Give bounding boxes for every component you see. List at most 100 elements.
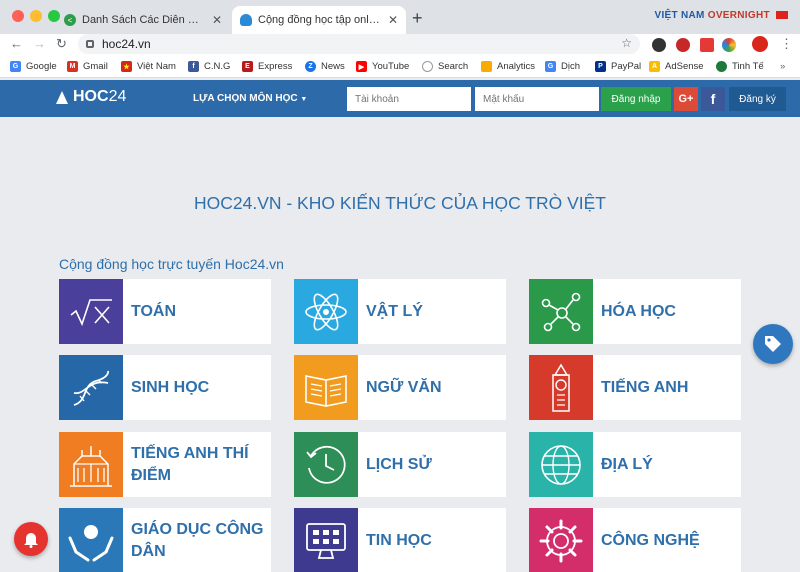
- lock-icon: [86, 40, 94, 48]
- register-button[interactable]: Đăng ký: [729, 87, 786, 111]
- subjects-dropdown[interactable]: LỰA CHỌN MÔN HỌC ▼: [193, 93, 307, 104]
- bookmark-express[interactable]: E Express: [242, 61, 292, 72]
- atom-icon: [294, 279, 358, 344]
- bookmark-youtube[interactable]: ▶ YouTube: [356, 61, 409, 72]
- subject-label: GIÁO DỤC CÔNG DÂN: [131, 520, 264, 560]
- news-icon: Z: [305, 61, 316, 72]
- site-header: HOC24 LỰA CHỌN MÔN HỌC ▼ Đăng nhập G+ f …: [0, 80, 800, 117]
- vietnam-overnight-extension[interactable]: VIỆT NAM OVERNIGHT: [654, 10, 788, 21]
- tab-title: Cộng đồng học tập online | Họ: [258, 14, 382, 26]
- subject-card-toan[interactable]: TOÁN: [59, 279, 271, 344]
- bookmark-label: Search: [438, 61, 469, 72]
- subject-card-vat-ly[interactable]: VẬT LÝ: [294, 279, 506, 344]
- minimize-window-button[interactable]: [30, 10, 42, 22]
- more-bookmarks-icon[interactable]: »: [780, 61, 785, 72]
- close-tab-icon[interactable]: ✕: [388, 13, 398, 27]
- bookmark-google[interactable]: G Google: [10, 61, 57, 72]
- bookmark-gmail[interactable]: M Gmail: [67, 61, 108, 72]
- bookmark-label: YouTube: [372, 61, 410, 72]
- facebook-login-button[interactable]: f: [701, 87, 725, 111]
- bookmark-label: Dịch: [561, 61, 581, 72]
- extension-icon[interactable]: [700, 38, 714, 52]
- subject-card-lich-su[interactable]: LỊCH SỬ: [294, 432, 506, 497]
- subject-card-tieng-anh[interactable]: TIẾNG ANH: [529, 355, 741, 420]
- express-icon: E: [242, 61, 253, 72]
- brand-right: OVERNIGHT: [707, 10, 770, 21]
- community-title: Cộng đồng học trực tuyến Hoc24.vn: [59, 256, 284, 272]
- tab-title: Danh Sách Các Diễn Đàn Học T: [82, 14, 206, 26]
- bookmark-star-icon[interactable]: ☆: [621, 36, 632, 50]
- tree-icon: [56, 90, 68, 104]
- subject-card-dia-ly[interactable]: ĐỊA LÝ: [529, 432, 741, 497]
- gear-icon: [529, 508, 593, 572]
- password-input[interactable]: [475, 87, 599, 111]
- forward-arrow-icon[interactable]: →: [33, 36, 46, 51]
- bookmark-label: Tinh Tế: [732, 61, 764, 72]
- bookmark-search[interactable]: Search: [422, 61, 468, 72]
- bookmark-adsense[interactable]: A AdSense: [649, 61, 704, 72]
- bookmark-cng[interactable]: f C.N.G: [188, 61, 230, 72]
- subject-card-gdcd[interactable]: GIÁO DỤC CÔNG DÂN: [59, 508, 271, 572]
- extension-icon[interactable]: [652, 38, 666, 52]
- subject-label: ĐỊA LÝ: [601, 455, 653, 473]
- bookmark-vietnam[interactable]: ★ Việt Nam: [121, 61, 176, 72]
- cloud-icon: [240, 14, 252, 26]
- vietnam-flag-icon: [776, 11, 788, 20]
- bookmark-paypal[interactable]: P PayPal: [595, 61, 641, 72]
- subject-label: NGỮ VĂN: [366, 378, 442, 396]
- hoc24-logo[interactable]: HOC 24: [56, 88, 126, 106]
- math-sqrt-icon: [59, 279, 123, 344]
- browser-tab-hoc24[interactable]: Cộng đồng học tập online | Họ ✕: [232, 6, 406, 34]
- notification-button[interactable]: [14, 522, 48, 556]
- book-icon: [294, 355, 358, 420]
- username-input[interactable]: [347, 87, 471, 111]
- history-clock-icon: [294, 432, 358, 497]
- address-bar[interactable]: hoc24.vn ☆: [78, 34, 640, 54]
- bookmark-tinhte[interactable]: Tinh Tế: [716, 61, 764, 72]
- hands-person-icon: [59, 508, 123, 572]
- subject-card-hoa-hoc[interactable]: HÓA HỌC: [529, 279, 741, 344]
- youtube-icon: ▶: [356, 61, 367, 72]
- subject-label: TIẾNG ANH: [601, 378, 689, 396]
- computer-icon: [294, 508, 358, 572]
- bookmark-label: PayPal: [611, 61, 642, 72]
- subject-card-tieng-anh-thi-diem[interactable]: TIẾNG ANH THÍ ĐIỂM: [59, 432, 271, 497]
- subject-label: SINH HỌC: [131, 378, 210, 396]
- close-window-button[interactable]: [12, 10, 24, 22]
- subject-card-sinh-hoc[interactable]: SINH HỌC: [59, 355, 271, 420]
- extension-icon[interactable]: [722, 38, 736, 52]
- browser-tab-bar: < Danh Sách Các Diễn Đàn Học T ✕ Cộng đồ…: [0, 0, 800, 34]
- translate-icon: G: [545, 61, 556, 72]
- close-tab-icon[interactable]: ✕: [212, 13, 222, 27]
- google-plus-login-button[interactable]: G+: [674, 87, 698, 111]
- browser-tab-forum-list[interactable]: < Danh Sách Các Diễn Đàn Học T ✕: [56, 6, 230, 34]
- new-tab-button[interactable]: +: [412, 8, 423, 29]
- tag-button[interactable]: [753, 324, 793, 364]
- subject-label: TIN HỌC: [366, 531, 432, 549]
- bookmark-analytics[interactable]: Analytics: [481, 61, 535, 72]
- paypal-icon: P: [595, 61, 606, 72]
- tinhte-icon: [716, 61, 727, 72]
- subject-label: LỊCH SỬ: [366, 455, 432, 473]
- extension-icon[interactable]: [676, 38, 690, 52]
- subject-card-tin-hoc[interactable]: TIN HỌC: [294, 508, 506, 572]
- subject-label: TIẾNG ANH THÍ ĐIỂM: [131, 444, 249, 484]
- url-text: hoc24.vn: [102, 37, 151, 51]
- back-arrow-icon[interactable]: ←: [10, 36, 23, 51]
- bookmark-translate[interactable]: G Dịch: [545, 61, 580, 72]
- building-icon: [59, 432, 123, 497]
- bookmarks-bar: G Google M Gmail ★ Việt Nam f C.N.G E Express…: [0, 56, 800, 78]
- search-icon: [422, 61, 433, 72]
- subject-card-ngu-van[interactable]: NGỮ VĂN: [294, 355, 506, 420]
- bookmark-label: Google: [26, 61, 57, 72]
- bell-icon: [24, 533, 38, 548]
- subject-label: CÔNG NGHỆ: [601, 531, 700, 549]
- profile-avatar[interactable]: [752, 36, 768, 52]
- reload-icon[interactable]: ↻: [56, 36, 67, 52]
- menu-dots-icon[interactable]: ⋮: [780, 36, 793, 52]
- caret-down-icon: ▼: [300, 96, 308, 103]
- login-button[interactable]: Đăng nhập: [601, 87, 671, 111]
- bookmark-news[interactable]: Z News: [305, 61, 345, 72]
- subject-card-cong-nghe[interactable]: CÔNG NGHỆ: [529, 508, 741, 572]
- bookmark-label: AdSense: [665, 61, 704, 72]
